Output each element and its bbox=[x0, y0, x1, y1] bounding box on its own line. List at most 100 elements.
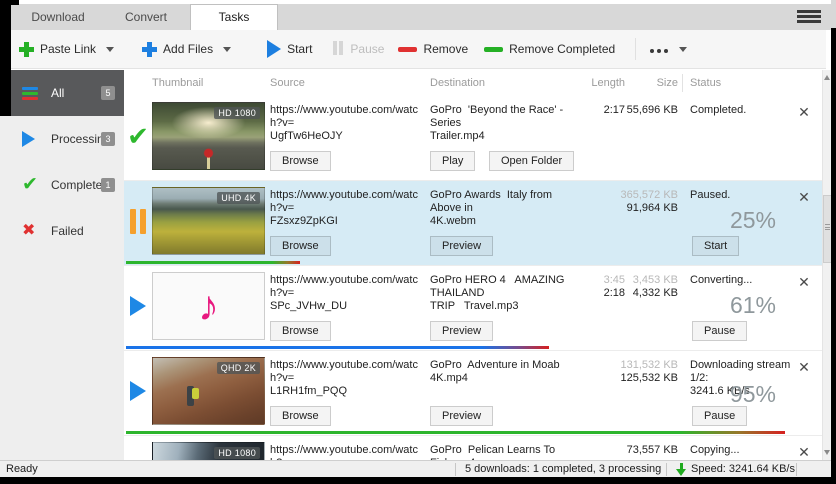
video-thumbnail[interactable]: HD 1080 bbox=[152, 442, 265, 460]
task-row-paused[interactable]: UHD 4K https://www.youtube.com/watch?v=F… bbox=[124, 181, 822, 266]
more-menu-button[interactable] bbox=[648, 42, 687, 56]
background-strip bbox=[0, 477, 836, 484]
audio-thumbnail[interactable]: ♪ bbox=[152, 272, 265, 340]
open-folder-button[interactable]: Open Folder bbox=[489, 151, 574, 171]
progress-bar bbox=[126, 261, 300, 264]
hamburger-menu-icon[interactable] bbox=[797, 10, 821, 24]
destination-file: GoPro Pelican Learns To Fish.mp4 bbox=[430, 444, 582, 460]
tab-download[interactable]: Download bbox=[14, 5, 102, 30]
header-size[interactable]: Size bbox=[612, 77, 678, 89]
header-thumbnail[interactable]: Thumbnail bbox=[152, 77, 203, 89]
toolbar-separator bbox=[635, 38, 636, 60]
remove-completed-button[interactable]: Remove Completed bbox=[484, 42, 615, 56]
add-files-label: Add Files bbox=[163, 42, 213, 56]
close-icon[interactable]: ✕ bbox=[794, 102, 814, 122]
remove-button[interactable]: Remove bbox=[398, 42, 468, 56]
play-icon bbox=[267, 40, 281, 58]
source-url: https://www.youtube.com/watch?v=FZsxz9Zp… bbox=[270, 189, 428, 228]
tasks-table: Thumbnail Source Destination Length Size… bbox=[124, 70, 822, 460]
ellipsis-icon bbox=[648, 42, 669, 56]
play-button[interactable]: Play bbox=[430, 151, 475, 171]
row-state bbox=[124, 351, 152, 431]
sidebar-item-processing[interactable]: Processing 3 bbox=[0, 116, 124, 162]
video-thumbnail[interactable]: UHD 4K bbox=[152, 187, 265, 255]
close-icon[interactable]: ✕ bbox=[794, 442, 814, 460]
screen: Download Convert Tasks Paste Link Add Fi… bbox=[0, 0, 836, 484]
add-files-button[interactable]: Add Files bbox=[142, 42, 231, 57]
size-value: 131,532 KB125,532 KB bbox=[602, 359, 678, 385]
progress-percent: 61% bbox=[690, 292, 802, 319]
tab-convert[interactable]: Convert bbox=[102, 5, 190, 30]
chevron-down-icon bbox=[679, 47, 687, 52]
sidebar-item-all[interactable]: All 5 bbox=[0, 70, 124, 116]
play-icon bbox=[130, 296, 146, 316]
list-bars-icon bbox=[22, 86, 42, 101]
close-icon[interactable]: ✕ bbox=[794, 187, 814, 207]
paste-link-button[interactable]: Paste Link bbox=[19, 42, 114, 57]
preview-button[interactable]: Preview bbox=[430, 321, 493, 341]
browse-button[interactable]: Browse bbox=[270, 151, 331, 171]
task-rows: ✔ HD 1080 https://www.youtube.com/watch?… bbox=[124, 96, 822, 460]
status-text: Paused. bbox=[690, 189, 802, 202]
down-arrow-icon bbox=[676, 463, 686, 476]
pause-task-button[interactable]: Pause bbox=[692, 406, 747, 426]
preview-button[interactable]: Preview bbox=[430, 236, 493, 256]
pause-icon bbox=[124, 181, 152, 261]
downloads-summary: 5 downloads: 1 completed, 3 processing bbox=[465, 463, 661, 475]
table-header: Thumbnail Source Destination Length Size… bbox=[124, 70, 822, 96]
app-window: Download Convert Tasks Paste Link Add Fi… bbox=[0, 0, 831, 477]
paste-link-label: Paste Link bbox=[40, 42, 96, 56]
processing-count-badge: 3 bbox=[101, 132, 115, 146]
remove-completed-label: Remove Completed bbox=[509, 42, 615, 56]
size-value: 73,557 KB bbox=[602, 444, 678, 457]
tab-tasks[interactable]: Tasks bbox=[190, 4, 278, 30]
pause-button[interactable]: Pause bbox=[332, 41, 384, 58]
row-state bbox=[124, 266, 152, 346]
task-row-converting[interactable]: ♪ https://www.youtube.com/watch?v=SPc_JV… bbox=[124, 266, 822, 351]
header-status[interactable]: Status bbox=[690, 77, 721, 89]
close-icon[interactable]: ✕ bbox=[794, 272, 814, 292]
browse-button[interactable]: Browse bbox=[270, 236, 331, 256]
quality-badge: HD 1080 bbox=[214, 107, 260, 119]
play-icon bbox=[130, 381, 146, 401]
x-icon: ✖ bbox=[22, 223, 42, 239]
video-thumbnail[interactable]: HD 1080 bbox=[152, 102, 265, 170]
statusbar-separator bbox=[796, 463, 797, 476]
header-destination[interactable]: Destination bbox=[430, 77, 485, 89]
start-task-button[interactable]: Start bbox=[692, 236, 739, 256]
toolbar: Paste Link Add Files Start Pause Remove bbox=[11, 30, 826, 69]
pause-task-button[interactable]: Pause bbox=[692, 321, 747, 341]
check-icon: ✔ bbox=[22, 176, 42, 194]
size-value: 365,572 KB91,964 KB bbox=[602, 189, 678, 215]
size-value: 55,696 KB bbox=[602, 104, 678, 117]
progress-bar bbox=[126, 431, 785, 434]
status-text: Completed. bbox=[690, 104, 802, 117]
sidebar: All 5 Processing 3 ✔ Completed 1 ✖ Faile… bbox=[0, 70, 124, 460]
window-corner bbox=[831, 0, 836, 28]
sidebar-item-completed[interactable]: ✔ Completed 1 bbox=[0, 162, 124, 208]
sidebar-item-failed[interactable]: ✖ Failed bbox=[0, 208, 124, 254]
browse-button[interactable]: Browse bbox=[270, 406, 331, 426]
header-source[interactable]: Source bbox=[270, 77, 305, 89]
destination-file: GoPro Awards Italy from Above in4K.webm bbox=[430, 189, 582, 228]
preview-button[interactable]: Preview bbox=[430, 406, 493, 426]
all-count-badge: 5 bbox=[101, 86, 115, 100]
play-icon bbox=[22, 131, 42, 147]
quality-badge: HD 1080 bbox=[214, 447, 260, 459]
size-value: 3,453 KB4,332 KB bbox=[602, 274, 678, 300]
vertical-scrollbar[interactable] bbox=[822, 70, 831, 460]
chevron-down-icon[interactable] bbox=[223, 47, 231, 52]
row-state: ✔ bbox=[124, 96, 152, 176]
browse-button[interactable]: Browse bbox=[270, 321, 331, 341]
start-button[interactable]: Start bbox=[267, 40, 312, 58]
chevron-down-icon[interactable] bbox=[106, 47, 114, 52]
ready-status: Ready bbox=[6, 463, 38, 475]
task-row-downloading[interactable]: QHD 2K https://www.youtube.com/watch?v=L… bbox=[124, 351, 822, 436]
source-url: https://www.youtube.com/watch?v=L1RH1fm_… bbox=[270, 359, 428, 398]
close-icon[interactable]: ✕ bbox=[794, 357, 814, 377]
task-row-completed[interactable]: ✔ HD 1080 https://www.youtube.com/watch?… bbox=[124, 96, 822, 181]
task-row-copying[interactable]: HD 1080 https://www.youtube.com/watch?v=… bbox=[124, 436, 822, 460]
video-thumbnail[interactable]: QHD 2K bbox=[152, 357, 265, 425]
statusbar-separator bbox=[455, 463, 456, 476]
quality-badge: UHD 4K bbox=[217, 192, 260, 204]
